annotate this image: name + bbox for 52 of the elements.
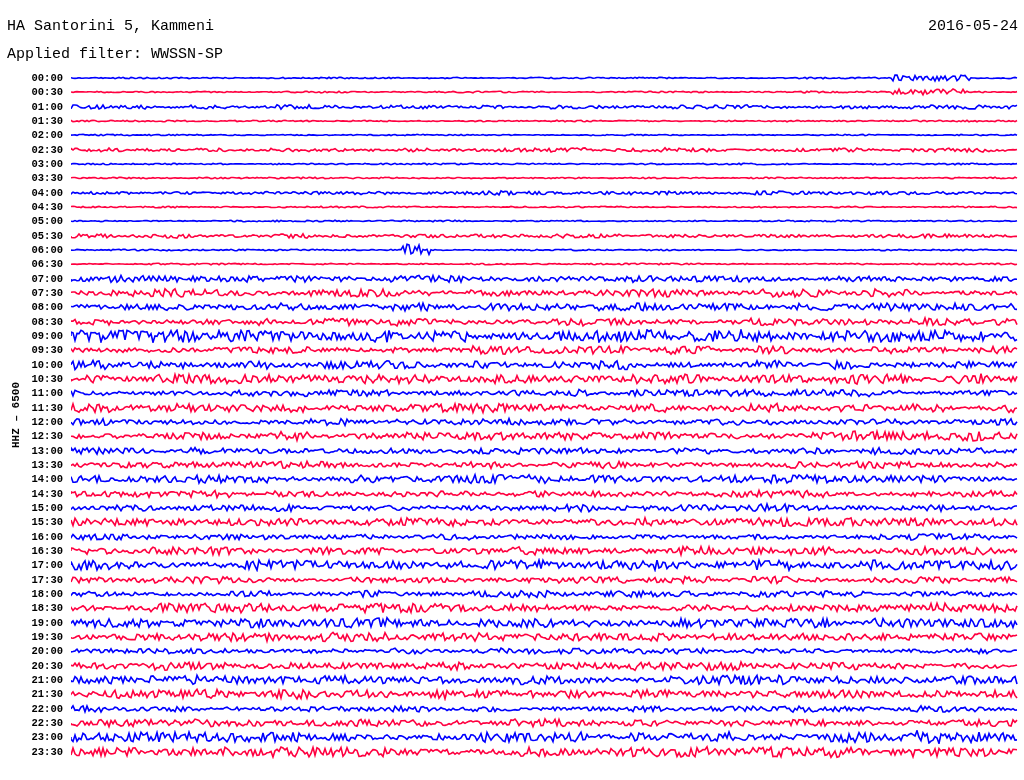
time-label: 16:00 xyxy=(30,530,64,543)
time-label: 12:30 xyxy=(30,430,64,443)
time-label: 13:30 xyxy=(30,459,64,471)
station-title: HA Santorini 5, Kammeni xyxy=(7,18,215,35)
time-label: 04:00 xyxy=(30,186,64,199)
time-label: 15:00 xyxy=(30,502,64,514)
time-label: 10:30 xyxy=(30,373,64,386)
time-label: 19:00 xyxy=(30,616,64,629)
time-label: 18:30 xyxy=(30,602,64,615)
time-label: 09:30 xyxy=(30,344,64,357)
time-label: 21:30 xyxy=(30,688,64,701)
time-label: 23:30 xyxy=(30,745,64,758)
time-label: 17:00 xyxy=(30,559,64,572)
time-label: 10:00 xyxy=(30,358,64,371)
time-label: 19:30 xyxy=(30,630,64,643)
time-label: 17:30 xyxy=(30,573,64,586)
time-label: 20:30 xyxy=(30,659,64,672)
time-label: 16:30 xyxy=(30,545,64,557)
time-label: 03:30 xyxy=(30,172,64,185)
time-label: 18:00 xyxy=(30,587,64,600)
time-label: 00:30 xyxy=(30,86,64,99)
time-label: 07:30 xyxy=(30,287,64,300)
time-label: 05:30 xyxy=(30,229,64,242)
time-label: 15:30 xyxy=(30,516,64,529)
time-label: 00:00 xyxy=(30,72,64,85)
time-label: 13:00 xyxy=(30,444,64,457)
time-label: 21:00 xyxy=(30,673,64,686)
time-label: 06:00 xyxy=(30,244,64,257)
date-label: 2016-05-24 xyxy=(928,18,1018,35)
time-label: 14:00 xyxy=(30,473,64,486)
time-label: 05:00 xyxy=(30,215,64,228)
time-label: 06:30 xyxy=(30,258,64,271)
time-label: 01:00 xyxy=(30,100,64,113)
time-label: 07:00 xyxy=(30,272,64,285)
time-label: 12:00 xyxy=(30,416,64,429)
time-label: 23:00 xyxy=(30,731,64,744)
time-label: 11:00 xyxy=(30,387,64,400)
time-label: 08:00 xyxy=(30,301,64,314)
channel-label: HHZ – 6500 xyxy=(10,381,22,448)
filter-label: Applied filter: WWSSN-SP xyxy=(7,46,225,63)
time-label: 01:30 xyxy=(30,115,64,128)
time-label: 22:30 xyxy=(30,716,64,729)
time-label: 08:30 xyxy=(30,315,64,328)
time-label: 11:30 xyxy=(30,401,64,414)
time-label: 09:00 xyxy=(30,330,64,343)
time-label: 22:00 xyxy=(30,702,64,715)
time-label: 04:30 xyxy=(30,201,64,214)
time-label: 20:00 xyxy=(30,645,64,658)
time-label: 14:30 xyxy=(30,487,64,500)
time-label: 02:30 xyxy=(30,143,64,156)
time-label: 02:00 xyxy=(30,129,64,142)
time-label: 03:00 xyxy=(30,158,64,171)
